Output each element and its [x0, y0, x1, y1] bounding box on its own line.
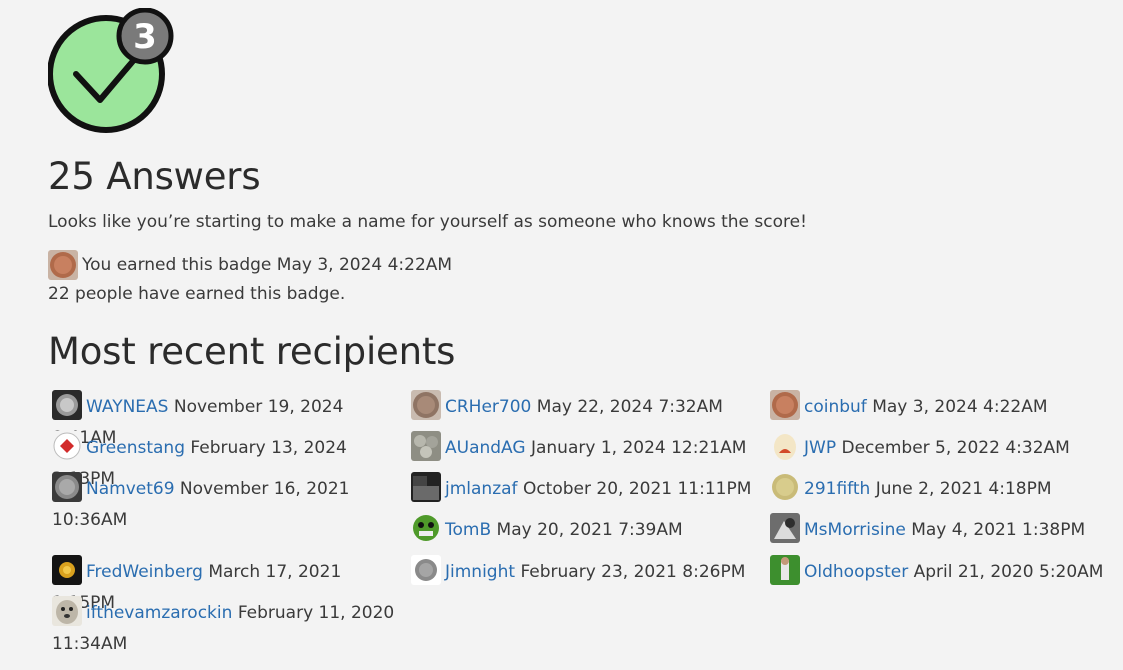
recipient-date: June 2, 2021 4:18PM — [875, 479, 1052, 499]
recipient-item: JWP December 5, 2022 4:32AM — [770, 431, 1120, 464]
recipient-avatar[interactable] — [411, 555, 441, 585]
badge-count-icon: 3 — [116, 7, 174, 65]
recipient-avatar[interactable] — [411, 472, 441, 502]
recipient-item: ifthevamzarockin February 11, 2020 11:34… — [52, 596, 397, 660]
recipient-date: May 22, 2024 7:32AM — [536, 397, 723, 417]
badge-description: Looks like you’re starting to make a nam… — [48, 212, 807, 232]
recipient-avatar[interactable] — [52, 431, 82, 461]
badge-count: 3 — [133, 17, 157, 57]
recipient-username[interactable]: CRHer700 — [445, 397, 531, 417]
recipient-item: CRHer700 May 22, 2024 7:32AM — [411, 390, 766, 423]
recipient-avatar[interactable] — [52, 555, 82, 585]
recipient-username[interactable]: ifthevamzarockin — [86, 603, 232, 623]
recipient-item: AUandAG January 1, 2024 12:21AM — [411, 431, 766, 464]
recipient-avatar[interactable] — [770, 513, 800, 543]
recipient-date: December 5, 2022 4:32AM — [841, 438, 1070, 458]
recipient-date: January 1, 2024 12:21AM — [530, 438, 747, 458]
recipient-avatar[interactable] — [770, 431, 800, 461]
recipient-item: TomB May 20, 2021 7:39AM — [411, 513, 766, 546]
recipient-avatar[interactable] — [52, 390, 82, 420]
recipient-item: jmlanzaf October 20, 2021 11:11PM — [411, 472, 766, 505]
earned-info: You earned this badge May 3, 2024 4:22AM — [48, 250, 452, 280]
recipient-date: May 4, 2021 1:38PM — [911, 520, 1086, 540]
recipient-username[interactable]: WAYNEAS — [86, 397, 168, 417]
recipient-username[interactable]: jmlanzaf — [445, 479, 518, 499]
recipient-username[interactable]: coinbuf — [804, 397, 867, 417]
recipient-username[interactable]: MsMorrisine — [804, 520, 906, 540]
recipient-item: MsMorrisine May 4, 2021 1:38PM — [770, 513, 1120, 546]
recipient-item: 291fifth June 2, 2021 4:18PM — [770, 472, 1120, 505]
recipient-username[interactable]: Jimnight — [445, 562, 515, 582]
badge-title: 25 Answers — [48, 155, 261, 198]
recipient-username[interactable]: FredWeinberg — [86, 562, 203, 582]
recipient-username[interactable]: Namvet69 — [86, 479, 175, 499]
checkmark-icon: 3 — [47, 7, 174, 133]
recipient-username[interactable]: Oldhoopster — [804, 562, 908, 582]
recipient-username[interactable]: TomB — [445, 520, 491, 540]
recipient-username[interactable]: 291fifth — [804, 479, 870, 499]
recipient-date: February 23, 2021 8:26PM — [520, 562, 746, 582]
recipient-item: coinbuf May 3, 2024 4:22AM — [770, 390, 1120, 423]
recipient-username[interactable]: Greenstang — [86, 438, 185, 458]
recipient-date: May 20, 2021 7:39AM — [496, 520, 683, 540]
recipient-item: Oldhoopster April 21, 2020 5:20AM — [770, 555, 1120, 588]
recipient-username[interactable]: JWP — [804, 438, 836, 458]
recipient-avatar[interactable] — [770, 555, 800, 585]
recipient-date: April 21, 2020 5:20AM — [913, 562, 1104, 582]
recipient-date: October 20, 2021 11:11PM — [522, 479, 752, 499]
recipient-item: Namvet69 November 16, 2021 10:36AM — [52, 472, 352, 536]
earned-text: You earned this badge May 3, 2024 4:22AM — [82, 255, 453, 275]
recipient-avatar[interactable] — [411, 390, 441, 420]
people-count: 22 people have earned this badge. — [48, 284, 346, 304]
recent-recipients-heading: Most recent recipients — [48, 330, 456, 373]
recipient-avatar[interactable] — [411, 431, 441, 461]
badge-page: 3 25 Answers Looks like you’re starting … — [0, 0, 1123, 670]
recipient-username[interactable]: AUandAG — [445, 438, 526, 458]
recipient-avatar[interactable] — [770, 472, 800, 502]
recipient-date: May 3, 2024 4:22AM — [872, 397, 1048, 417]
user-avatar[interactable] — [48, 250, 78, 280]
recipient-item: Jimnight February 23, 2021 8:26PM — [411, 555, 766, 588]
badge-graphic: 3 — [47, 7, 178, 136]
recipient-avatar[interactable] — [52, 596, 82, 626]
recipient-avatar[interactable] — [52, 472, 82, 502]
recipient-avatar[interactable] — [411, 513, 441, 543]
recipient-avatar[interactable] — [770, 390, 800, 420]
